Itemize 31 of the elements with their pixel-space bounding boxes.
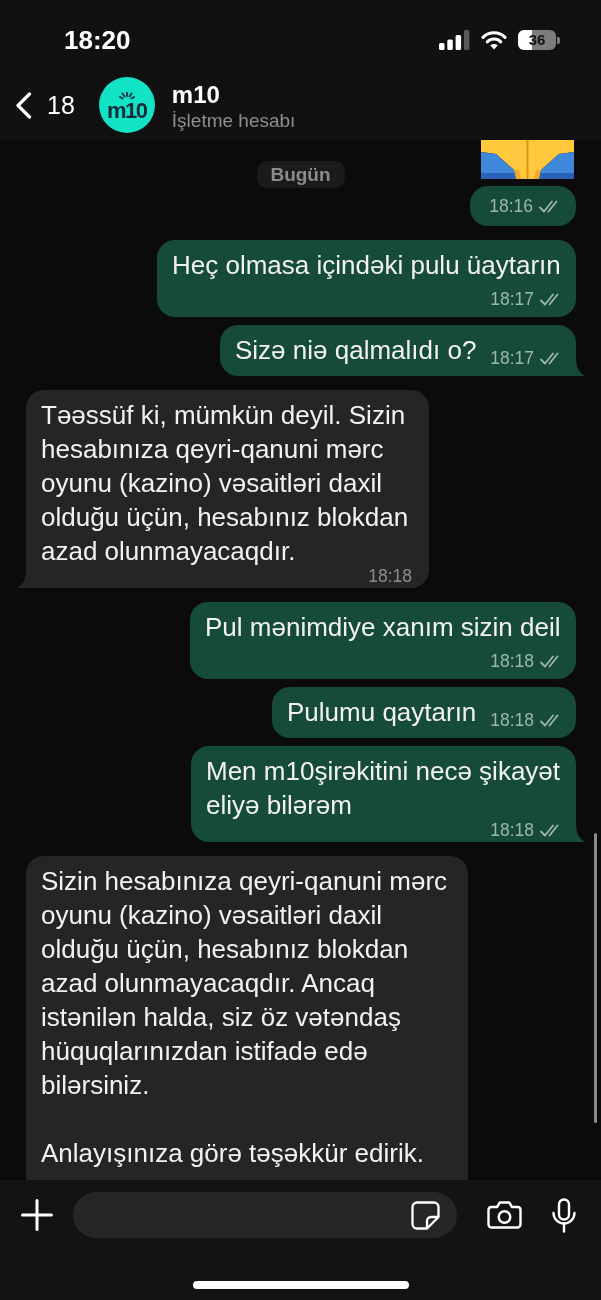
plus-icon[interactable] (21, 1199, 53, 1231)
date-separator: Bugün (256, 161, 345, 188)
contact-subtitle: İşletme hesabı (171, 109, 296, 132)
message-time: 18:18 (368, 566, 412, 586)
message-time: 18:18 (490, 820, 534, 840)
message-time: 18:18 (490, 710, 534, 730)
message-text: Heç olmasa içindəki pulu üaytarın (172, 250, 561, 280)
message-text: Sizə niə qalmalıdı o? (235, 335, 477, 365)
message-time: 18:16 (489, 196, 533, 216)
logo-text: m10 (107, 100, 147, 121)
chevron-left-icon (15, 91, 32, 119)
message-time: 18:17 (490, 289, 534, 309)
message-text: Təəssüf ki, mümkün deyil. Sizin hesabınıza qeyri-qanuni mərc oyunu (kazino) vəsaitləri daxil olduğu üçün, hesabınız blokdan azad olunmayacaqdır. (41, 400, 409, 566)
avatar[interactable]: m10 (98, 77, 155, 133)
rays-icon (117, 91, 136, 101)
message-text: Men m10şirəkitini necə şikayət eliyə bilərəm (206, 756, 561, 820)
camera-icon[interactable] (487, 1201, 522, 1229)
message-time: 18:17 (490, 348, 534, 368)
message-text: Pul mənimdiye xanım sizin deil (205, 612, 561, 642)
mic-icon[interactable] (551, 1197, 577, 1233)
message-text: Sizin hesabınıza qeyri-qanuni mərc oyunu (kazino) vəsaitləri daxil olduğu üçün, hesabınız blokdan azad olunmayacaqdır. Ancaq istənilən halda, siz öz vətəndaş hüquqlarınızdan istifadə edə bilərsiniz. Anlayışınıza görə təşəkkür edirik. (41, 866, 448, 1168)
contact-name[interactable]: m10 (171, 81, 296, 109)
message-input[interactable] (73, 1192, 457, 1238)
wifi-icon (481, 30, 507, 50)
sticker-icon[interactable] (411, 1200, 440, 1230)
back-button[interactable]: 18 (15, 90, 75, 120)
message-text: Pulumu qaytarın (287, 697, 477, 727)
signal-icon (439, 30, 470, 50)
status-time: 18:20 (64, 25, 131, 55)
message-time: 18:18 (490, 651, 534, 671)
hands-emoji-icon (481, 140, 574, 179)
